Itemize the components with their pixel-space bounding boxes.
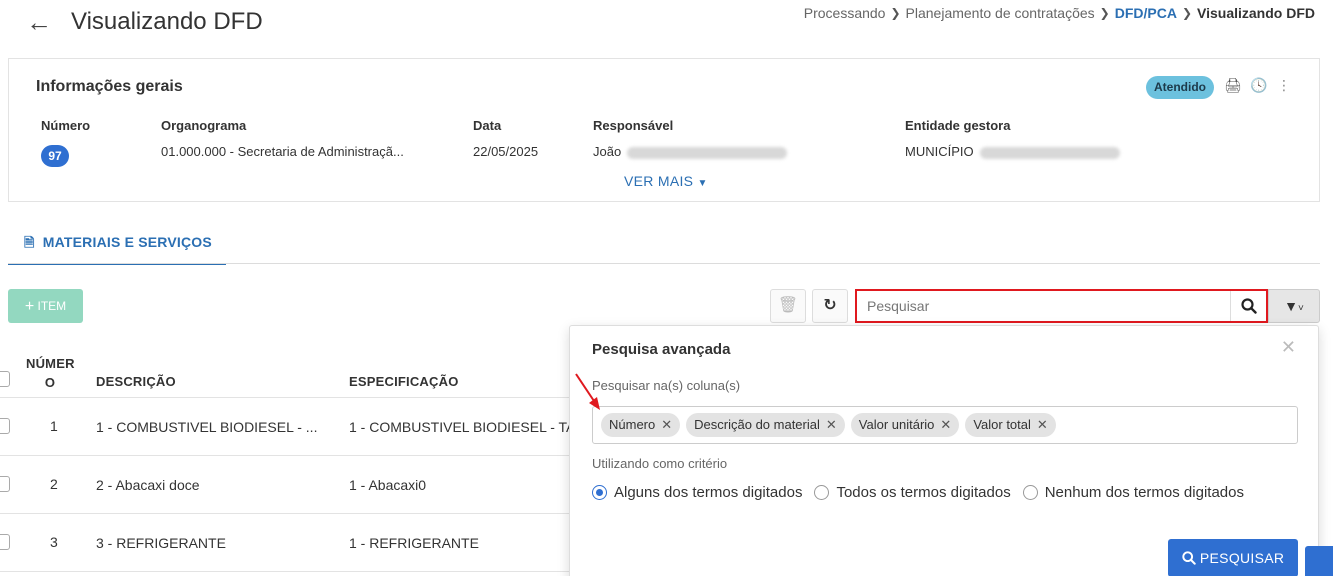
search-button[interactable] bbox=[1230, 291, 1266, 321]
column-tag-valor-total: Valor total ✕ bbox=[965, 413, 1056, 437]
row-descricao: 1 - COMBUSTIVEL BIODIESEL - ... bbox=[96, 419, 318, 435]
row-checkbox[interactable] bbox=[0, 418, 10, 434]
breadcrumb-item-planejamento[interactable]: Planejamento de contratações bbox=[906, 5, 1095, 21]
remove-tag-icon[interactable]: ✕ bbox=[826, 413, 837, 437]
advanced-search-title: Pesquisa avançada bbox=[592, 341, 731, 358]
numero-label: Número bbox=[41, 118, 91, 133]
radio-checked[interactable] bbox=[592, 485, 607, 500]
breadcrumb-item-processando[interactable]: Processando bbox=[804, 5, 886, 21]
row-checkbox[interactable] bbox=[0, 534, 10, 550]
row-descricao: 2 - Abacaxi doce bbox=[96, 477, 200, 493]
row-numero: 3 bbox=[50, 534, 58, 550]
column-header-especificacao[interactable]: ESPECIFICAÇÃO bbox=[349, 374, 459, 389]
edge-action-button[interactable] bbox=[1305, 546, 1333, 576]
criteria-label: Utilizando como critério bbox=[592, 456, 728, 471]
annotation-arrow-icon bbox=[575, 373, 600, 410]
entidade-value: MUNICÍPIO bbox=[905, 144, 1120, 159]
breadcrumb-item-dfd-pca[interactable]: DFD/PCA bbox=[1115, 5, 1177, 21]
column-tag-descricao: Descrição do material ✕ bbox=[686, 413, 845, 437]
criteria-option-nenhum[interactable]: Nenhum dos termos digitados bbox=[1022, 484, 1244, 501]
select-all-checkbox[interactable] bbox=[0, 371, 10, 387]
table-divider bbox=[0, 571, 570, 572]
entidade-name: MUNICÍPIO bbox=[905, 144, 974, 159]
chevron-right-icon: ❯ bbox=[890, 6, 901, 20]
numero-value-badge: 97 bbox=[41, 145, 69, 167]
refresh-icon: ↻ bbox=[823, 297, 837, 314]
plus-icon: + bbox=[24, 298, 35, 315]
column-tag-valor-unitario: Valor unitário ✕ bbox=[850, 413, 960, 437]
row-especificacao: 1 - COMBUSTIVEL BIODIESEL - TA bbox=[349, 419, 576, 435]
history-clock-icon[interactable]: 🕓 bbox=[1250, 77, 1267, 93]
search-input[interactable] bbox=[857, 291, 1231, 321]
radio-unchecked[interactable] bbox=[1022, 485, 1038, 500]
redacted-block bbox=[627, 146, 788, 159]
remove-tag-icon[interactable]: ✕ bbox=[1037, 413, 1048, 437]
search-icon bbox=[1240, 298, 1257, 314]
data-value: 22/05/2025 bbox=[473, 144, 539, 159]
chevron-down-icon: ˅ bbox=[1298, 303, 1304, 314]
organograma-value: 01.000.000 - Secretaria de Administraçã.… bbox=[161, 144, 404, 159]
delete-button[interactable]: 🗑 bbox=[770, 289, 806, 323]
status-badge: Atendido bbox=[1146, 76, 1214, 99]
row-especificacao: 1 - REFRIGERANTE bbox=[349, 535, 479, 551]
remove-tag-icon[interactable]: ✕ bbox=[661, 413, 672, 437]
more-vertical-icon[interactable]: ⋮ bbox=[1276, 77, 1292, 93]
column-tag-numero: Número ✕ bbox=[601, 413, 681, 437]
entidade-label: Entidade gestora bbox=[905, 118, 1011, 133]
row-descricao: 3 - REFRIGERANTE bbox=[96, 535, 226, 551]
remove-tag-icon[interactable]: ✕ bbox=[940, 413, 951, 437]
info-section-title: Informações gerais bbox=[36, 78, 183, 95]
print-icon[interactable]: 🖨 bbox=[1224, 77, 1242, 93]
breadcrumb-item-current: Visualizando DFD bbox=[1197, 5, 1315, 21]
table-divider bbox=[0, 455, 570, 456]
back-arrow-icon[interactable]: ← bbox=[26, 8, 52, 36]
columns-tag-input[interactable]: Número ✕ Descrição do material ✕ Valor uni… bbox=[592, 406, 1298, 444]
advanced-search-submit-button[interactable]: PESQUISAR bbox=[1168, 539, 1298, 576]
refresh-button[interactable]: ↻ bbox=[812, 289, 848, 323]
advanced-search-panel: Pesquisa avançada ✕ Pesquisar na(s) colu… bbox=[569, 325, 1319, 576]
table-divider bbox=[0, 513, 570, 514]
organograma-label: Organograma bbox=[161, 118, 247, 133]
column-header-descricao[interactable]: DESCRIÇÃO bbox=[96, 374, 176, 389]
add-item-button[interactable]: + ITEM bbox=[8, 289, 83, 323]
page-title: Visualizando DFD bbox=[71, 8, 263, 35]
ver-mais-link[interactable]: VER MAIS ▼ bbox=[624, 173, 708, 189]
responsavel-value: João bbox=[593, 144, 788, 159]
column-header-numero[interactable]: NÚMER O bbox=[26, 354, 74, 392]
document-icon: 🗎 bbox=[24, 235, 35, 250]
responsavel-name: João bbox=[593, 144, 622, 159]
columns-label: Pesquisar na(s) coluna(s) bbox=[592, 378, 741, 393]
table-divider bbox=[0, 397, 570, 398]
redacted-block bbox=[979, 146, 1120, 159]
data-label: Data bbox=[473, 118, 502, 133]
criteria-option-alguns[interactable]: Alguns dos termos digitados bbox=[592, 484, 802, 501]
chevron-down-icon: ▼ bbox=[697, 178, 708, 189]
chevron-right-icon: ❯ bbox=[1099, 6, 1110, 20]
trash-icon: 🗑 bbox=[777, 297, 799, 314]
tab-materiais-servicos[interactable]: 🗎 MATERIAIS E SERVIÇOS bbox=[8, 225, 226, 265]
row-especificacao: 1 - Abacaxi0 bbox=[349, 477, 427, 493]
radio-unchecked[interactable] bbox=[814, 485, 830, 500]
breadcrumb: Processando ❯ Planejamento de contrataçõ… bbox=[804, 5, 1315, 21]
close-icon[interactable]: ✕ bbox=[1281, 337, 1296, 358]
search-box bbox=[855, 289, 1268, 323]
tab-divider bbox=[8, 263, 1320, 264]
row-numero: 2 bbox=[50, 476, 58, 492]
row-checkbox[interactable] bbox=[0, 476, 10, 492]
row-numero: 1 bbox=[50, 418, 58, 434]
search-icon bbox=[1182, 551, 1196, 565]
criteria-radio-group: Alguns dos termos digitados Todos os ter… bbox=[592, 484, 1244, 501]
responsavel-label: Responsável bbox=[593, 118, 674, 133]
filter-icon: ▼ bbox=[1284, 298, 1298, 314]
criteria-option-todos[interactable]: Todos os termos digitados bbox=[814, 484, 1011, 501]
chevron-right-icon: ❯ bbox=[1181, 6, 1193, 20]
info-card: Informações gerais Atendido 🖨 🕓 ⋮ Número… bbox=[8, 58, 1320, 202]
filter-dropdown-button[interactable]: ▼˅ bbox=[1268, 289, 1320, 323]
